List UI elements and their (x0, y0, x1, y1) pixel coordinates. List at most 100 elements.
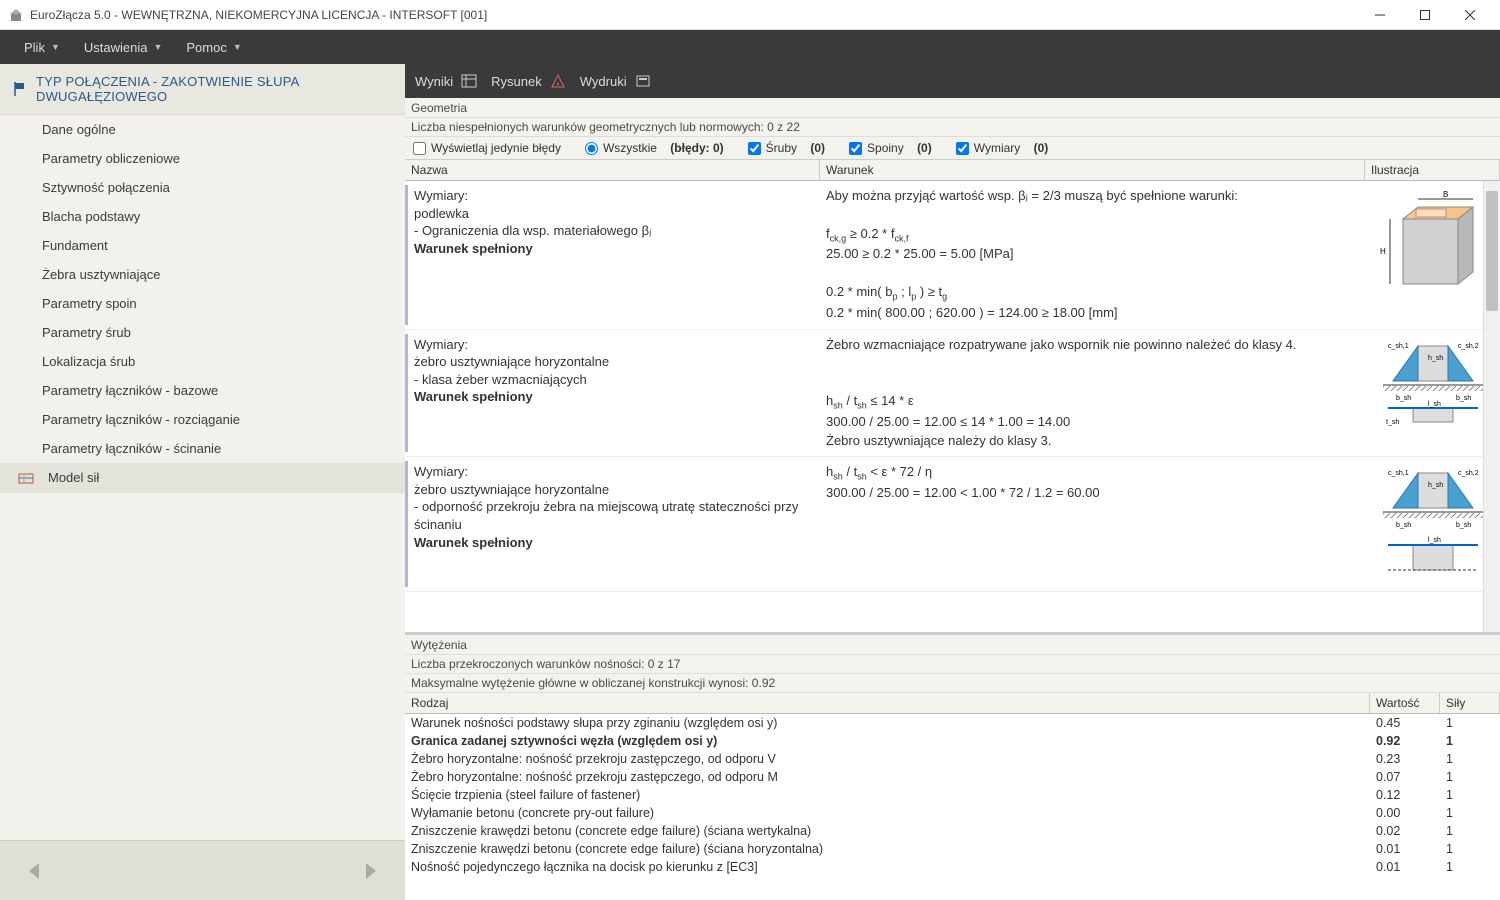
capacity-rodzaj: Zniszczenie krawędzi betonu (concrete ed… (405, 823, 1370, 839)
capacity-sily: 1 (1440, 805, 1500, 821)
result-row: Wymiary:żebro usztywniające horyzontalne… (405, 457, 1500, 592)
capacity-row[interactable]: Granica zadanej sztywności węzła (względ… (405, 732, 1500, 750)
svg-text:B: B (1443, 190, 1448, 199)
filter-spoiny[interactable]: Spoiny (0) (849, 141, 932, 155)
capacity-rodzaj: Zniszczenie krawędzi betonu (concrete ed… (405, 841, 1370, 857)
sidebar-item[interactable]: Parametry łączników - bazowe (0, 376, 405, 405)
model-section-label: Model sił (48, 470, 99, 485)
sidebar-item[interactable]: Dane ogólne (0, 115, 405, 144)
capacity-row[interactable]: Żebro horyzontalne: nośność przekroju za… (405, 750, 1500, 768)
menubar: Plik▼Ustawienia▼Pomoc▼ (0, 30, 1500, 64)
result-nazwa: Wymiary:żebro usztywniające horyzontalne… (405, 461, 820, 587)
titlebar: EuroZłącza 5.0 - WEWNĘTRZNA, NIEKOMERCYJ… (0, 0, 1500, 30)
toolbar-wyniki[interactable]: Wyniki (415, 73, 477, 89)
toolbar-icon (550, 73, 566, 89)
toolbar-wydruki[interactable]: Wydruki (580, 73, 651, 89)
connection-type-label: Typ połączenia - ZAKOTWIENIE SŁUPA DWUGA… (36, 74, 393, 104)
capacity-rodzaj: Wyłamanie betonu (concrete pry-out failu… (405, 805, 1370, 821)
result-illustration: b_shb_shh_shc_sh,1c_sh,2l_sht_sh (1365, 334, 1500, 453)
svg-text:H: H (1380, 247, 1386, 256)
result-nazwa: Wymiary:podlewka- Ograniczenia dla wsp. … (405, 185, 820, 325)
filter-bar: Wyświetlaj jedynie błędy Wszystkie (błęd… (405, 137, 1500, 160)
result-warunek: Aby można przyjąć wartość wsp. βⱼ = 2/3 … (820, 185, 1365, 325)
col-header-sily[interactable]: Siły (1440, 693, 1500, 713)
sidebar-item[interactable]: Sztywność połączenia (0, 173, 405, 202)
result-illustration: b_shb_shh_shc_sh,1c_sh,2l_sh (1365, 461, 1500, 587)
capacity-rodzaj: Ścięcie trzpienia (steel failure of fast… (405, 787, 1370, 803)
sidebar-item[interactable]: Parametry obliczeniowe (0, 144, 405, 173)
sidebar-item[interactable]: Fundament (0, 231, 405, 260)
filter-sruby[interactable]: Śruby (0) (748, 141, 825, 155)
main-toolbar: Wyniki Rysunek Wydruki (405, 64, 1500, 98)
scrollbar-thumb[interactable] (1486, 191, 1498, 311)
col-header-ilustr[interactable]: Ilustracja (1365, 160, 1500, 180)
filter-wymiary-count: (0) (1034, 141, 1049, 155)
menu-pomoc[interactable]: Pomoc▼ (174, 34, 253, 61)
results-body[interactable]: Wymiary:podlewka- Ograniczenia dla wsp. … (405, 181, 1500, 632)
capacity-row[interactable]: Zniszczenie krawędzi betonu (concrete ed… (405, 840, 1500, 858)
filter-wymiary[interactable]: Wymiary (0) (956, 141, 1049, 155)
capacity-sily: 1 (1440, 715, 1500, 731)
prev-button[interactable] (20, 857, 48, 885)
capacity-row[interactable]: Zniszczenie krawędzi betonu (concrete ed… (405, 822, 1500, 840)
sidebar-item[interactable]: Żebra usztywniające (0, 260, 405, 289)
maximize-button[interactable] (1402, 0, 1447, 30)
col-header-nazwa[interactable]: Nazwa (405, 160, 820, 180)
result-nazwa: Wymiary:żebro usztywniające horyzontalne… (405, 334, 820, 453)
close-button[interactable] (1447, 0, 1492, 30)
capacity-row[interactable]: Warunek nośności podstawy słupa przy zgi… (405, 714, 1500, 732)
capacity-row[interactable]: Żebro horyzontalne: nośność przekroju za… (405, 768, 1500, 786)
filter-wymiary-label: Wymiary (974, 141, 1021, 155)
sidebar-item[interactable]: Blacha podstawy (0, 202, 405, 231)
capacity-title: Wytężenia (405, 635, 1500, 655)
svg-text:c_sh,2: c_sh,2 (1458, 343, 1479, 350)
minimize-button[interactable] (1357, 0, 1402, 30)
sidebar-model-section[interactable]: Model sił (0, 463, 405, 493)
capacity-rodzaj: Nośność pojedynczego łącznika na docisk … (405, 859, 1370, 875)
svg-text:t_sh: t_sh (1386, 419, 1399, 426)
geometry-subtitle: Liczba niespełnionych warunków geometryc… (405, 118, 1500, 137)
capacity-row[interactable]: Wyłamanie betonu (concrete pry-out failu… (405, 804, 1500, 822)
toolbar-rysunek[interactable]: Rysunek (491, 73, 566, 89)
sidebar-item[interactable]: Parametry śrub (0, 318, 405, 347)
result-row: Wymiary:żebro usztywniające horyzontalne… (405, 330, 1500, 458)
capacity-line1: Liczba przekroczonych warunków nośności:… (405, 655, 1500, 674)
sidebar-item[interactable]: Lokalizacja śrub (0, 347, 405, 376)
capacity-sily: 1 (1440, 751, 1500, 767)
menu-label: Pomoc (186, 40, 226, 55)
nav-list: Dane ogólneParametry obliczenioweSztywno… (0, 115, 405, 463)
svg-text:h_sh: h_sh (1428, 482, 1443, 489)
chevron-down-icon: ▼ (153, 42, 162, 52)
filter-all-label: Wszystkie (603, 141, 657, 155)
capacity-table[interactable]: Warunek nośności podstawy słupa przy zgi… (405, 714, 1500, 900)
result-illustration: HB (1365, 185, 1500, 325)
col-header-warunek[interactable]: Warunek (820, 160, 1365, 180)
filter-errors-only[interactable]: Wyświetlaj jedynie błędy (413, 141, 561, 155)
col-header-rodzaj[interactable]: Rodzaj (405, 693, 1370, 713)
sidebar-item[interactable]: Parametry łączników - rozciąganie (0, 405, 405, 434)
svg-text:b_sh: b_sh (1396, 522, 1411, 529)
svg-text:c_sh,1: c_sh,1 (1388, 343, 1409, 350)
capacity-rodzaj: Żebro horyzontalne: nośność przekroju za… (405, 769, 1370, 785)
capacity-sily: 1 (1440, 841, 1500, 857)
model-icon (18, 470, 34, 486)
menu-ustawienia[interactable]: Ustawienia▼ (72, 34, 175, 61)
next-button[interactable] (357, 857, 385, 885)
capacity-row[interactable]: Nośność pojedynczego łącznika na docisk … (405, 858, 1500, 876)
results-scrollbar[interactable] (1483, 181, 1500, 632)
capacity-sily: 1 (1440, 787, 1500, 803)
svg-text:b_sh: b_sh (1456, 395, 1471, 402)
sidebar-item[interactable]: Parametry spoin (0, 289, 405, 318)
connection-type-header[interactable]: Typ połączenia - ZAKOTWIENIE SŁUPA DWUGA… (0, 64, 405, 115)
filter-all[interactable]: Wszystkie (błędy: 0) (585, 141, 724, 155)
col-header-wartosc[interactable]: Wartość (1370, 693, 1440, 713)
capacity-row[interactable]: Ścięcie trzpienia (steel failure of fast… (405, 786, 1500, 804)
svg-text:l_sh: l_sh (1428, 401, 1441, 408)
capacity-sily: 1 (1440, 823, 1500, 839)
capacity-rodzaj: Żebro horyzontalne: nośność przekroju za… (405, 751, 1370, 767)
capacity-rodzaj: Granica zadanej sztywności węzła (względ… (405, 733, 1370, 749)
menu-plik[interactable]: Plik▼ (12, 34, 72, 61)
capacity-wartosc: 0.07 (1370, 769, 1440, 785)
toolbar-label: Rysunek (491, 74, 542, 89)
sidebar-item[interactable]: Parametry łączników - ścinanie (0, 434, 405, 463)
